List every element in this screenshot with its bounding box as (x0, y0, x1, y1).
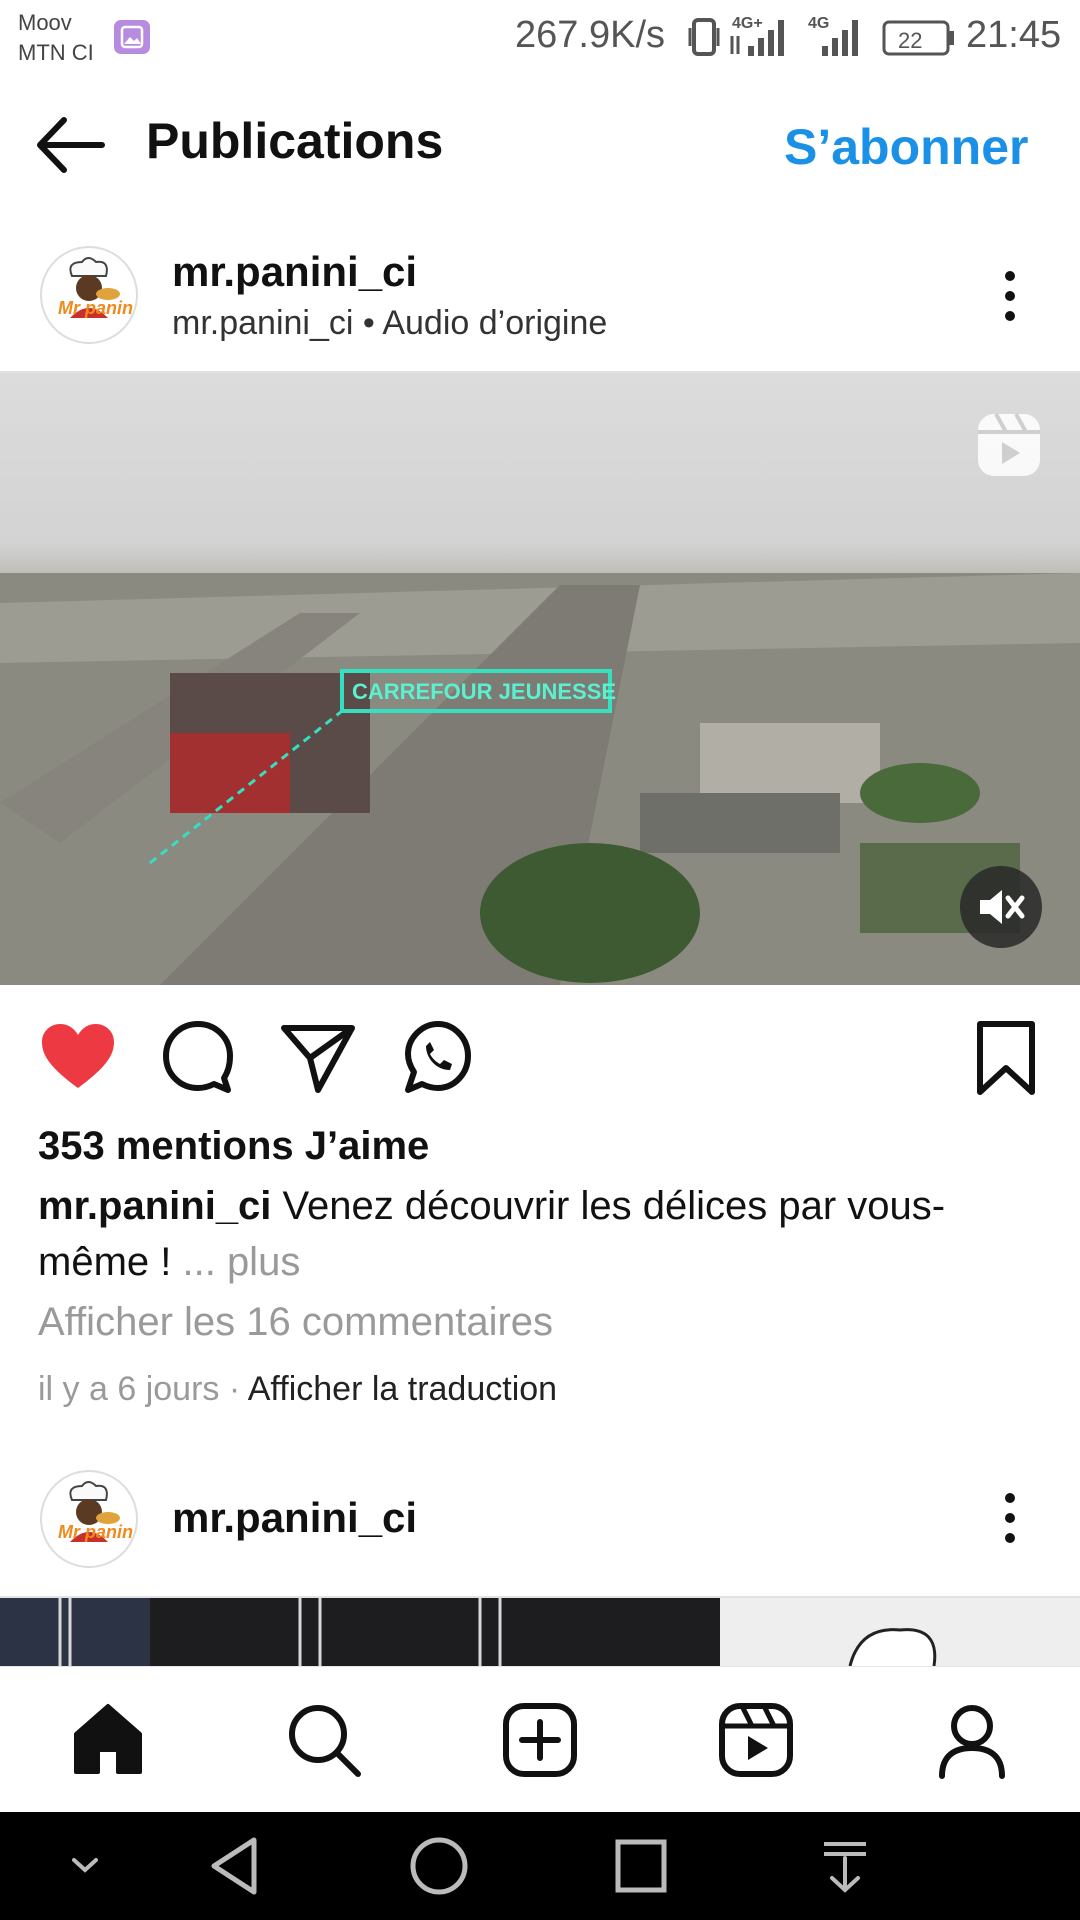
home-circle-icon (410, 1837, 468, 1895)
system-back-button[interactable] (200, 1834, 270, 1898)
page-title: Publications (146, 113, 444, 169)
mr-panini-logo: Mr panini (43, 1473, 136, 1565)
nav-create[interactable] (500, 1700, 580, 1780)
translate-link[interactable]: Afficher la traduction (248, 1370, 557, 1408)
battery-level: 22 (898, 28, 922, 53)
collapse-nav-button[interactable] (50, 1834, 120, 1898)
avatar[interactable]: Mr panini (40, 1470, 138, 1568)
gallery-icon (114, 20, 150, 54)
volume-off-icon (980, 890, 1025, 924)
post-time: il y a 6 jours (38, 1370, 220, 1408)
collapse-icon (72, 1858, 98, 1873)
clock: 21:45 (966, 14, 1062, 56)
carrier-label: Moov MTN CI (18, 8, 94, 68)
save-button[interactable] (966, 1018, 1046, 1098)
next-post-username[interactable]: mr.panini_ci (172, 1494, 417, 1542)
signal-4g-icon: 4G (808, 15, 858, 56)
post-options-button[interactable] (990, 266, 1030, 326)
status-bar: Moov MTN CI 267.9K/s 4G+ 4G 22 21:45 (0, 0, 1080, 75)
nav-search[interactable] (284, 1700, 364, 1780)
view-comments-link[interactable]: Afficher les 16 commentaires (38, 1300, 553, 1345)
bookmark-icon (977, 1021, 1035, 1095)
send-icon (281, 1025, 355, 1093)
signal-icons: 4G+ 4G 22 (688, 15, 954, 56)
nav-home[interactable] (68, 1700, 148, 1780)
more-vertical-icon (1005, 1493, 1015, 1543)
vibrate-icon (688, 18, 720, 56)
meta-separator: · (219, 1370, 248, 1408)
next-post-photo (0, 1598, 1080, 1666)
next-post-options-button[interactable] (990, 1488, 1030, 1548)
follow-button[interactable]: S’abonner (784, 118, 1028, 176)
more-link[interactable]: ... plus (182, 1240, 300, 1284)
nav-profile[interactable] (932, 1700, 1012, 1780)
signal-4g-plus-icon: 4G+ (730, 15, 784, 56)
whatsapp-share-button[interactable] (398, 1018, 478, 1098)
avatar[interactable]: Mr panini (40, 246, 138, 344)
more-vertical-icon (1005, 271, 1015, 321)
search-icon (289, 1705, 361, 1777)
network-speed: 267.9K/s (515, 14, 665, 56)
carrier-line-2: MTN CI (18, 40, 94, 65)
notification-shade-button[interactable] (810, 1834, 880, 1898)
nav-reels[interactable] (716, 1700, 796, 1780)
reels-icon (719, 1703, 793, 1777)
system-navigation-bar (0, 1812, 1080, 1920)
whatsapp-icon (405, 1021, 471, 1093)
avatar-brand-text: Mr panini (58, 298, 136, 318)
recents-icon (615, 1839, 667, 1893)
comment-button[interactable] (158, 1018, 238, 1098)
mute-toggle-button[interactable] (960, 866, 1042, 948)
avatar-brand-text: Mr panini (58, 1522, 136, 1542)
carrier-line-1: Moov (18, 10, 72, 35)
profile-icon (939, 1705, 1005, 1779)
back-icon (211, 1837, 257, 1895)
likes-count[interactable]: 353 mentions J’aime (38, 1124, 429, 1169)
svg-text:4G: 4G (808, 15, 829, 32)
svg-text:4G+: 4G+ (732, 15, 763, 32)
add-post-icon (503, 1703, 577, 1777)
share-button[interactable] (278, 1018, 358, 1098)
system-recents-button[interactable] (606, 1834, 676, 1898)
status-icons: 4G+ 4G 22 (688, 10, 958, 71)
back-button[interactable] (30, 110, 110, 180)
caption-username[interactable]: mr.panini_ci (38, 1184, 271, 1228)
reels-icon (976, 412, 1042, 478)
mr-panini-logo: Mr panini (43, 249, 136, 341)
next-post-image[interactable] (0, 1598, 1080, 1666)
home-icon (74, 1704, 142, 1774)
system-home-button[interactable] (404, 1834, 474, 1898)
like-button[interactable] (38, 1018, 118, 1098)
video-overlay-label: CARREFOUR JEUNESSE (352, 679, 616, 704)
arrow-left-icon (37, 117, 105, 173)
aerial-city-image: CARREFOUR JEUNESSE (0, 573, 1080, 985)
post-video[interactable]: CARREFOUR JEUNESSE (0, 373, 1080, 985)
notification-shade-icon (824, 1842, 866, 1893)
heart-filled-icon (42, 1024, 114, 1088)
post-username[interactable]: mr.panini_ci (172, 248, 417, 296)
post-meta: il y a 6 jours · Afficher la traduction (38, 1370, 557, 1409)
comment-icon (163, 1021, 233, 1093)
post-caption: mr.panini_ci Venez découvrir les délices… (38, 1178, 1038, 1290)
battery-icon: 22 (882, 20, 954, 56)
post-audio-line[interactable]: mr.panini_ci • Audio d’origine (172, 304, 607, 343)
